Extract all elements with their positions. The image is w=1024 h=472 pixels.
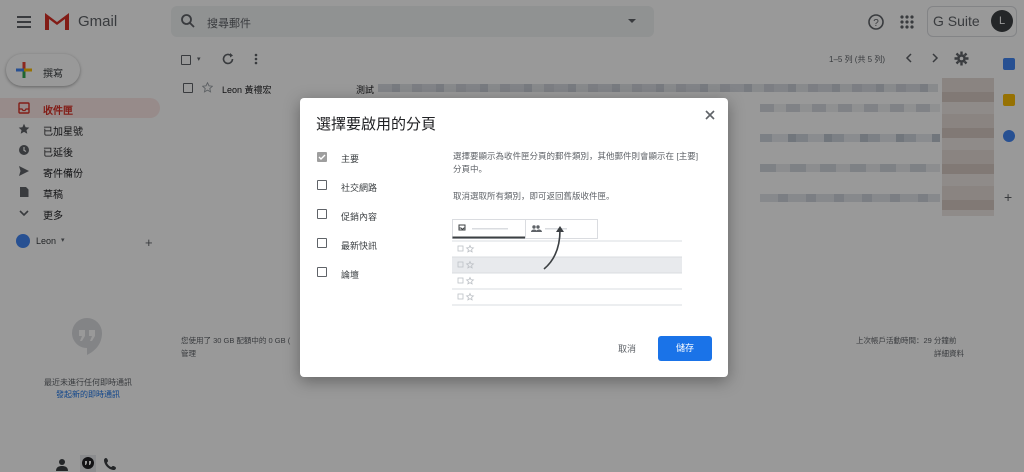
option-label: 論壇 — [341, 270, 360, 280]
option-checkbox-promotions[interactable] — [317, 209, 327, 219]
option-checkbox-primary[interactable] — [317, 152, 327, 162]
save-button[interactable]: 儲存 — [658, 336, 712, 361]
dialog-description-secondary: 取消選取所有類別，即可返回舊版收件匣。 — [453, 191, 615, 201]
option-label: 社交網路 — [341, 183, 378, 193]
cancel-button[interactable]: 取消 — [605, 337, 649, 361]
option-checkbox-updates[interactable] — [317, 238, 327, 248]
dialog-title: 選擇要啟用的分頁 — [316, 116, 437, 133]
inbox-tabs-illustration — [452, 219, 682, 315]
option-checkbox-social[interactable] — [317, 180, 327, 190]
option-label: 最新快訊 — [341, 241, 378, 251]
option-label: 促銷內容 — [341, 212, 378, 222]
dialog-description: 選擇要顯示為收件匣分頁的郵件類別，其他郵件則會顯示在 [主要] 分頁中。 — [453, 151, 699, 174]
option-checkbox-forums[interactable] — [317, 267, 327, 277]
close-icon[interactable] — [704, 109, 716, 121]
option-label: 主要 — [341, 154, 360, 164]
